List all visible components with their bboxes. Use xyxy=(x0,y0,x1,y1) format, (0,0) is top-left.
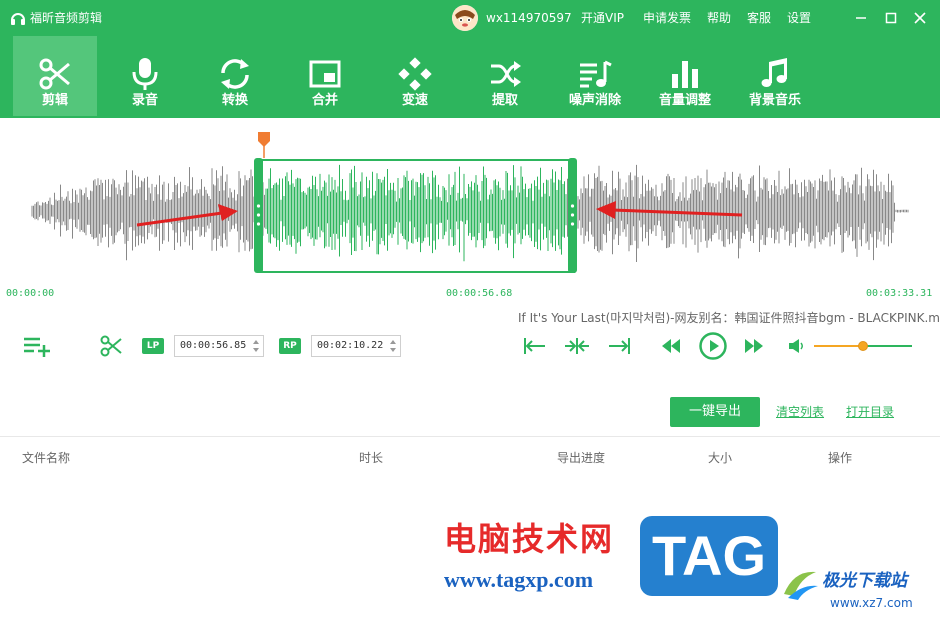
watermark-tag-logo: TAG xyxy=(640,516,778,596)
col-size: 大小 xyxy=(708,451,733,465)
add-list-icon[interactable] xyxy=(22,335,52,357)
tool-cut[interactable]: 剪辑 xyxy=(13,36,97,116)
tool-record[interactable]: 录音 xyxy=(103,36,187,116)
cut-scissors-icon[interactable] xyxy=(99,334,123,358)
speed-icon xyxy=(398,57,432,91)
rp-time-input[interactable]: 00:02:10.22 xyxy=(311,335,401,357)
lp-time-input[interactable]: 00:00:56.85 xyxy=(174,335,264,357)
microphone-icon xyxy=(132,58,158,90)
jump-to-middle-icon[interactable] xyxy=(564,336,590,356)
menu-service[interactable]: 客服 xyxy=(747,10,771,26)
tool-volume-adjust[interactable]: 音量调整 xyxy=(643,36,727,116)
tool-label: 转换 xyxy=(221,93,248,108)
tool-label: 音量调整 xyxy=(658,93,711,108)
volume-slider[interactable] xyxy=(814,341,912,351)
rp-label: RP xyxy=(279,338,301,354)
tool-label: 背景音乐 xyxy=(748,93,801,108)
play-icon[interactable] xyxy=(698,331,728,361)
tool-speed[interactable]: 变速 xyxy=(373,36,457,116)
menu-help[interactable]: 帮助 xyxy=(707,10,731,26)
watermark-url: www.tagxp.com xyxy=(444,567,594,592)
noise-reduction-icon xyxy=(580,60,612,88)
shuffle-icon xyxy=(491,61,521,87)
volume-slider-fill xyxy=(814,345,863,347)
jump-to-end-icon[interactable] xyxy=(607,336,631,356)
merge-icon xyxy=(309,60,341,88)
jump-to-start-icon[interactable] xyxy=(523,336,547,356)
tool-label: 提取 xyxy=(491,93,518,108)
tool-label: 录音 xyxy=(131,93,158,108)
tool-noise-reduction[interactable]: 噪声消除 xyxy=(553,36,637,116)
username: wx114970597 xyxy=(486,11,572,25)
tool-label: 剪辑 xyxy=(41,93,68,108)
col-duration: 时长 xyxy=(359,451,384,465)
volume-bars-icon xyxy=(672,61,698,88)
user-avatar[interactable] xyxy=(452,5,478,31)
clear-list-link[interactable]: 清空列表 xyxy=(776,404,824,420)
playhead-marker[interactable] xyxy=(258,132,270,147)
scissors-icon xyxy=(39,58,70,90)
music-note-icon xyxy=(761,58,787,87)
close-icon[interactable] xyxy=(911,9,929,27)
rewind-icon[interactable] xyxy=(660,337,682,355)
col-file-name: 文件名称 xyxy=(22,451,71,465)
song-title: If It's Your Last(마지막처럼)-网友别名：韩国证件照抖音bgm… xyxy=(518,311,940,325)
fast-forward-icon[interactable] xyxy=(743,337,765,355)
headphones-logo-icon xyxy=(11,13,25,25)
menu-vip[interactable]: 开通VIP xyxy=(581,10,624,26)
col-action: 操作 xyxy=(828,451,853,465)
avatar-face-icon xyxy=(452,5,478,31)
spin-arrows-icon[interactable] xyxy=(252,338,260,354)
title-bar: 福昕音频剪辑 wx114970597 开通VIP 申请发票 帮助 客服 设置 xyxy=(0,0,940,36)
lp-time-value: 00:00:56.85 xyxy=(180,340,247,351)
lp-label: LP xyxy=(142,338,164,354)
watermark-site: 极光下载站 www.xz7.com xyxy=(780,560,940,620)
minimize-icon[interactable] xyxy=(852,9,870,27)
watermark-site-name: 极光下载站 xyxy=(822,571,907,591)
tool-convert[interactable]: 转换 xyxy=(193,36,277,116)
volume-slider-knob[interactable] xyxy=(858,341,868,351)
app-title: 福昕音频剪辑 xyxy=(30,11,103,25)
tool-merge[interactable]: 合并 xyxy=(283,36,367,116)
tool-extract[interactable]: 提取 xyxy=(463,36,547,116)
tool-label: 合并 xyxy=(311,93,338,108)
rp-time-value: 00:02:10.22 xyxy=(317,340,384,351)
time-start: 00:00:00 xyxy=(6,288,55,299)
open-directory-link[interactable]: 打开目录 xyxy=(846,404,894,420)
time-mid: 00:00:56.68 xyxy=(446,288,513,299)
waveform-selected xyxy=(265,164,567,262)
watermark-cn-text: 电脑技术网 xyxy=(444,520,615,558)
spin-arrows-icon[interactable] xyxy=(389,338,397,354)
waveform-canvas[interactable] xyxy=(0,118,940,303)
waveform-editor[interactable]: 00:00:00 00:00:56.68 00:03:33.31 xyxy=(0,118,940,303)
menu-settings[interactable]: 设置 xyxy=(787,10,811,26)
app-window: 福昕音频剪辑 wx114970597 开通VIP 申请发票 帮助 客服 设置 剪… xyxy=(0,0,940,620)
volume-icon[interactable] xyxy=(788,338,806,354)
col-export-progress: 导出进度 xyxy=(557,451,606,465)
maximize-icon[interactable] xyxy=(882,9,900,27)
one-click-export-button[interactable]: 一键导出 xyxy=(670,397,760,427)
tool-label: 噪声消除 xyxy=(568,93,621,108)
menu-invoice[interactable]: 申请发票 xyxy=(643,10,691,26)
tool-label: 变速 xyxy=(401,93,428,108)
tool-background-music[interactable]: 背景音乐 xyxy=(733,36,817,116)
divider xyxy=(0,436,940,437)
convert-arrows-icon xyxy=(221,59,249,89)
feature-toolbar: 剪辑 录音 转换 合并 变速 提取 噪声消除 音量调整 背景音乐 xyxy=(0,36,940,118)
watermark-site-url: www.xz7.com xyxy=(830,596,913,610)
time-end: 00:03:33.31 xyxy=(866,288,933,299)
aurora-logo-icon xyxy=(784,571,818,600)
